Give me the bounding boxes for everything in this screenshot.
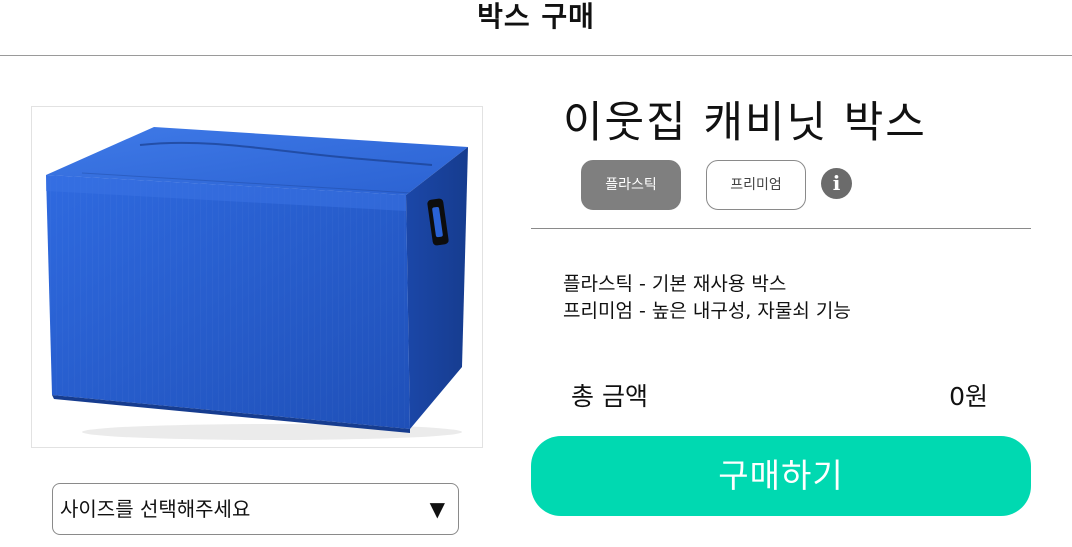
info-icon[interactable]: i (821, 168, 852, 199)
info-icon-glyph: i (832, 171, 841, 195)
product-image (31, 106, 483, 448)
buy-button[interactable]: 구매하기 (531, 436, 1031, 516)
description-plastic: 플라스틱 - 기본 재사용 박스 (563, 273, 787, 295)
description-premium: 프리미엄 - 높은 내구성, 자물쇠 기능 (563, 300, 851, 322)
option-plastic-button[interactable]: 플라스틱 (581, 160, 681, 210)
divider (531, 228, 1031, 229)
size-select[interactable]: 사이즈를 선택해주세요 ▼ (52, 483, 459, 535)
page-title: 박스 구매 (477, 0, 595, 33)
option-premium-button[interactable]: 프리미엄 (706, 160, 806, 210)
total-value: 0원 (949, 382, 988, 411)
page-header: 박스 구매 (0, 0, 1072, 56)
blue-plastic-box-image (46, 127, 468, 440)
size-select-placeholder: 사이즈를 선택해주세요 (60, 497, 251, 521)
chevron-down-icon: ▼ (429, 497, 445, 521)
product-name: 이웃집 캐비닛 박스 (563, 98, 927, 148)
purchase-page: 박스 구매 사이즈를 선택해주세요 ▼ 이웃집 캐비닛 박스 플라스틱 프리미엄… (0, 0, 1072, 547)
total-label: 총 금액 (571, 382, 648, 411)
